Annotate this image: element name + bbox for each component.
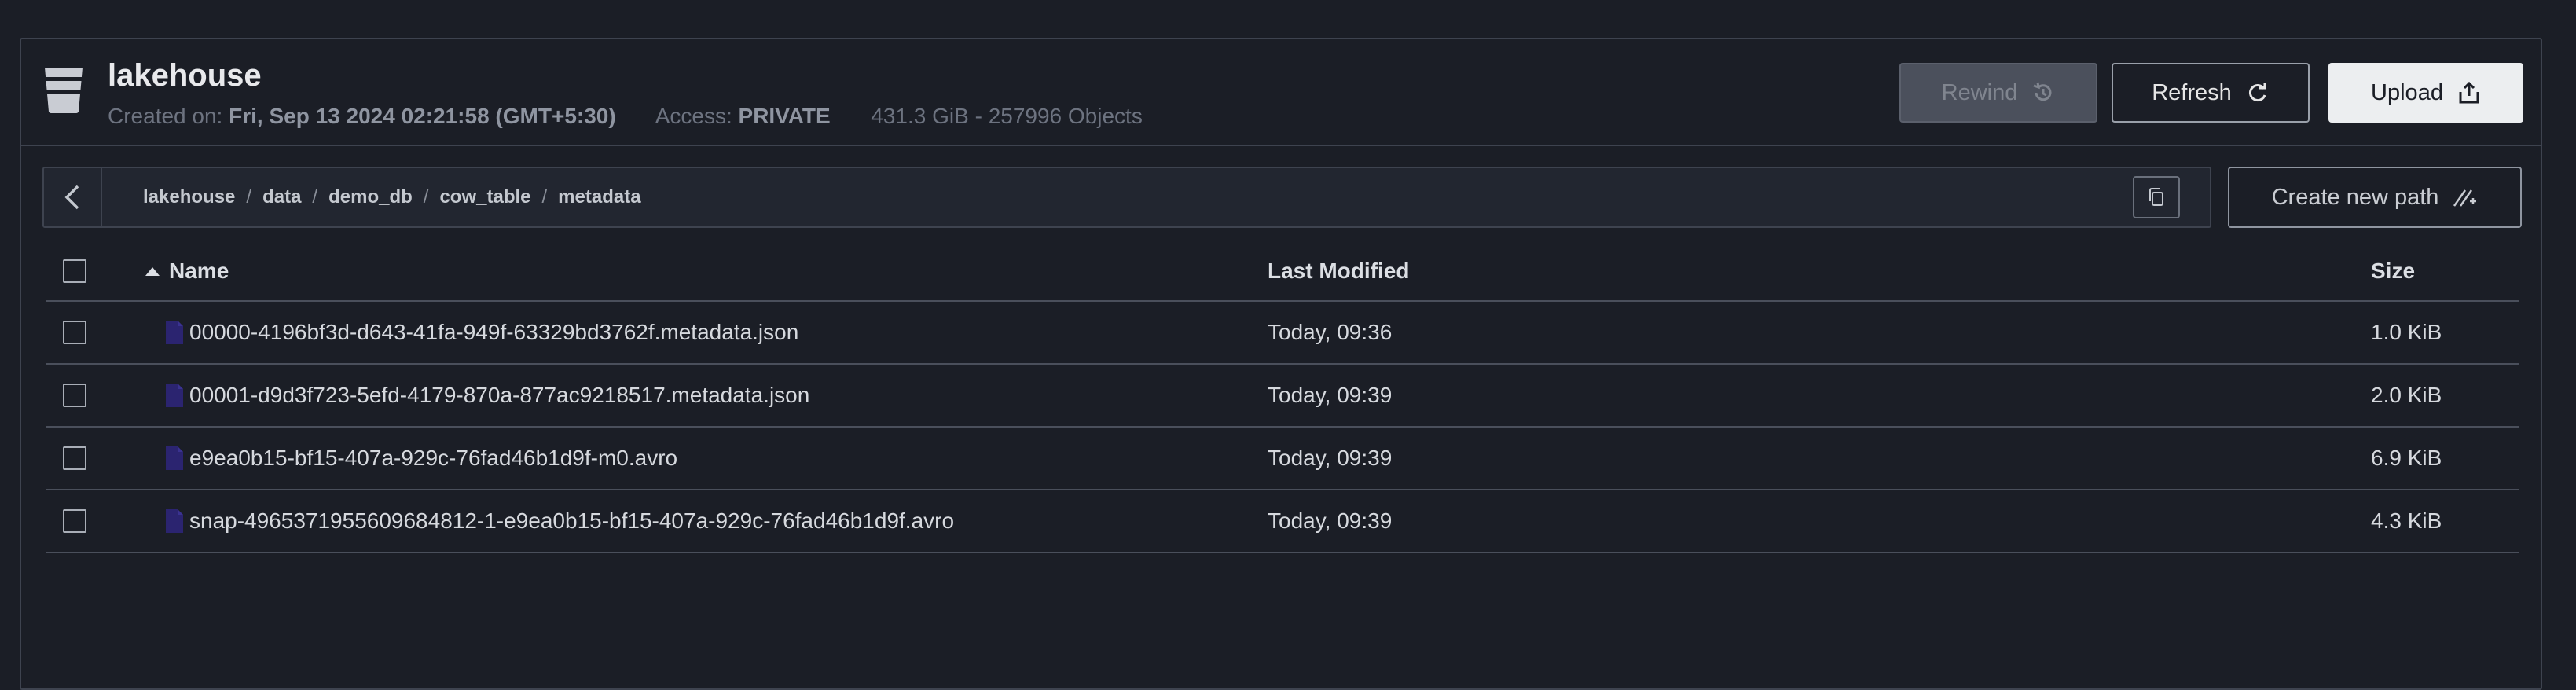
upload-label: Upload xyxy=(2371,79,2443,105)
create-new-path-button[interactable]: Create new path xyxy=(2228,167,2522,228)
back-button[interactable] xyxy=(44,168,102,226)
table-row[interactable]: snap-4965371955609684812-1-e9ea0b15-bf15… xyxy=(46,490,2519,553)
bucket-title: lakehouse xyxy=(108,58,262,93)
size-cell: 4.3 KiB xyxy=(2371,508,2442,533)
file-icon xyxy=(166,321,183,344)
breadcrumb-item[interactable]: cow_table xyxy=(439,186,530,208)
file-icon xyxy=(166,384,183,407)
name-column-header[interactable]: Name xyxy=(145,259,229,284)
size-cell: 6.9 KiB xyxy=(2371,446,2442,470)
upload-button[interactable]: Upload xyxy=(2328,63,2523,123)
file-name: snap-4965371955609684812-1-e9ea0b15-bf15… xyxy=(189,508,955,533)
new-path-icon xyxy=(2453,189,2477,207)
last-modified-cell: Today, 09:39 xyxy=(1268,446,1393,470)
created-label: Created on: xyxy=(108,104,223,128)
last-modified-cell: Today, 09:39 xyxy=(1268,383,1393,407)
breadcrumb-separator: / xyxy=(312,186,318,207)
refresh-icon xyxy=(2248,83,2266,102)
breadcrumb-separator: / xyxy=(246,186,252,207)
bucket-meta: Created on: Fri, Sep 13 2024 02:21:58 (G… xyxy=(108,104,1143,129)
file-table: Name Last Modified Size 00000-4196bf3d-d… xyxy=(46,242,2519,553)
modified-column-header[interactable]: Last Modified xyxy=(1268,259,1409,284)
file-name: e9ea0b15-bf15-407a-929c-76fad46b1d9f-m0.… xyxy=(189,446,678,470)
select-all-checkbox[interactable] xyxy=(63,259,86,283)
file-name: 00001-d9d3f723-5efd-4179-870a-877ac92185… xyxy=(189,383,810,407)
row-checkbox[interactable] xyxy=(63,384,86,407)
row-checkbox[interactable] xyxy=(63,321,86,344)
size-cell: 1.0 KiB xyxy=(2371,320,2442,344)
rewind-label: Rewind xyxy=(1941,79,2018,105)
bucket-panel: lakehouse Created on: Fri, Sep 13 2024 0… xyxy=(20,38,2542,690)
copy-icon xyxy=(2149,188,2163,206)
row-checkbox[interactable] xyxy=(63,446,86,470)
table-row[interactable]: 00001-d9d3f723-5efd-4179-870a-877ac92185… xyxy=(46,365,2519,428)
access-value: PRIVATE xyxy=(738,104,831,128)
last-modified-cell: Today, 09:39 xyxy=(1268,508,1393,533)
file-name-cell[interactable]: 00000-4196bf3d-d643-41fa-949f-63329bd376… xyxy=(164,319,798,346)
bucket-usage: 431.3 GiB - 257996 Objects xyxy=(871,104,1143,128)
file-icon xyxy=(166,509,183,533)
table-header: Name Last Modified Size xyxy=(46,242,2519,302)
breadcrumb-separator: / xyxy=(541,186,548,207)
breadcrumb-item[interactable]: demo_db xyxy=(328,186,413,208)
size-cell: 2.0 KiB xyxy=(2371,383,2442,407)
copy-path-button[interactable] xyxy=(2133,176,2180,218)
last-modified-cell: Today, 09:36 xyxy=(1268,320,1393,344)
access-label: Access: xyxy=(655,104,732,128)
breadcrumb-item[interactable]: metadata xyxy=(558,186,640,208)
chevron-left-icon xyxy=(64,185,79,210)
created-value: Fri, Sep 13 2024 02:21:58 (GMT+5:30) xyxy=(229,104,616,128)
file-name-cell[interactable]: snap-4965371955609684812-1-e9ea0b15-bf15… xyxy=(164,508,954,534)
sort-ascending-icon xyxy=(145,266,160,276)
rewind-button[interactable]: Rewind xyxy=(1899,63,2097,123)
file-name-cell[interactable]: 00001-d9d3f723-5efd-4179-870a-877ac92185… xyxy=(164,382,809,409)
history-icon xyxy=(2033,82,2052,101)
create-path-label: Create new path xyxy=(2271,184,2439,210)
breadcrumb-item[interactable]: lakehouse xyxy=(143,186,235,208)
table-row[interactable]: e9ea0b15-bf15-407a-929c-76fad46b1d9f-m0.… xyxy=(46,428,2519,490)
name-header-label: Name xyxy=(169,259,229,283)
refresh-label: Refresh xyxy=(2152,79,2232,105)
file-name: 00000-4196bf3d-d643-41fa-949f-63329bd376… xyxy=(189,320,799,344)
refresh-button[interactable]: Refresh xyxy=(2112,63,2310,123)
breadcrumb-item[interactable]: data xyxy=(262,186,301,208)
bucket-header: lakehouse Created on: Fri, Sep 13 2024 0… xyxy=(21,39,2541,146)
upload-icon xyxy=(2459,81,2479,104)
file-icon xyxy=(166,446,183,470)
breadcrumb-separator: / xyxy=(423,186,429,207)
size-column-header[interactable]: Size xyxy=(2371,259,2415,284)
file-name-cell[interactable]: e9ea0b15-bf15-407a-929c-76fad46b1d9f-m0.… xyxy=(164,445,677,472)
row-checkbox[interactable] xyxy=(63,509,86,533)
table-row[interactable]: 00000-4196bf3d-d643-41fa-949f-63329bd376… xyxy=(46,302,2519,365)
breadcrumb: lakehouse / data / demo_db / cow_table /… xyxy=(143,168,641,226)
path-bar: lakehouse / data / demo_db / cow_table /… xyxy=(42,167,2211,228)
bucket-icon xyxy=(44,68,83,113)
